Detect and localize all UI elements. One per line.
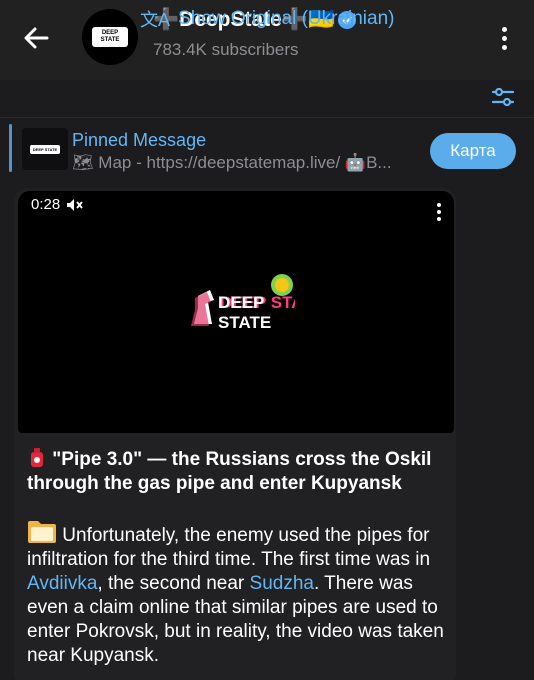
back-button[interactable] bbox=[18, 20, 54, 56]
logo-text: DEEP bbox=[218, 293, 264, 312]
dot-icon bbox=[501, 44, 507, 50]
subscriber-count: 783.4K subscribers bbox=[153, 40, 299, 59]
translate-bar bbox=[0, 80, 534, 118]
muted-icon[interactable] bbox=[66, 198, 84, 212]
message-body: Unfortunately, the enemy used the pipes … bbox=[27, 518, 447, 668]
video-options-button[interactable] bbox=[432, 200, 446, 224]
map-button[interactable]: Карта bbox=[430, 133, 516, 169]
translation-settings-icon[interactable] bbox=[490, 84, 516, 110]
dot-icon bbox=[437, 203, 441, 207]
channel-avatar[interactable]: DEEP STATE bbox=[82, 9, 138, 65]
body-text-2: , the second near bbox=[97, 573, 250, 594]
fire-extinguisher-icon bbox=[31, 448, 43, 467]
folder-icon bbox=[28, 521, 56, 543]
sudzha-link[interactable]: Sudzha bbox=[250, 573, 314, 594]
message-title-text: "Pipe 3.0" — the Russians cross the Oski… bbox=[27, 449, 432, 494]
show-original-button[interactable]: 文A Show Original (Ukrainian) bbox=[140, 6, 394, 32]
deepstate-video-logo: DEEP STATE DEEP STATE bbox=[191, 274, 295, 332]
body-text-1: Unfortunately, the enemy used the pipes … bbox=[27, 525, 431, 570]
avatar-logo: DEEP STATE bbox=[92, 27, 128, 47]
back-arrow-icon bbox=[24, 27, 49, 49]
pinned-thumbnail-logo: DEEP STATE bbox=[29, 144, 61, 154]
dot-icon bbox=[501, 26, 507, 32]
pinned-thumbnail: DEEP STATE bbox=[22, 128, 68, 170]
video-time-label: 0:28 bbox=[31, 196, 61, 213]
avdiivka-link[interactable]: Avdiivka bbox=[27, 573, 97, 594]
show-original-label: Show Original (Ukrainian) bbox=[178, 8, 395, 29]
video-duration: 0:28 bbox=[31, 196, 84, 213]
message-title: "Pipe 3.0" — the Russians cross the Oski… bbox=[27, 446, 447, 496]
dot-icon bbox=[437, 210, 441, 214]
dot-icon bbox=[501, 35, 507, 41]
logo-text-2: STATE bbox=[218, 313, 271, 332]
pinned-title: Pinned Message bbox=[72, 130, 207, 150]
pinned-indicator bbox=[9, 124, 12, 172]
pinned-text: 🗺 Map - https://deepstatemap.live/ 🤖B... bbox=[72, 153, 392, 172]
dot-icon bbox=[437, 217, 441, 221]
translate-icon: 文A bbox=[140, 10, 171, 30]
more-menu-button[interactable] bbox=[492, 20, 516, 56]
